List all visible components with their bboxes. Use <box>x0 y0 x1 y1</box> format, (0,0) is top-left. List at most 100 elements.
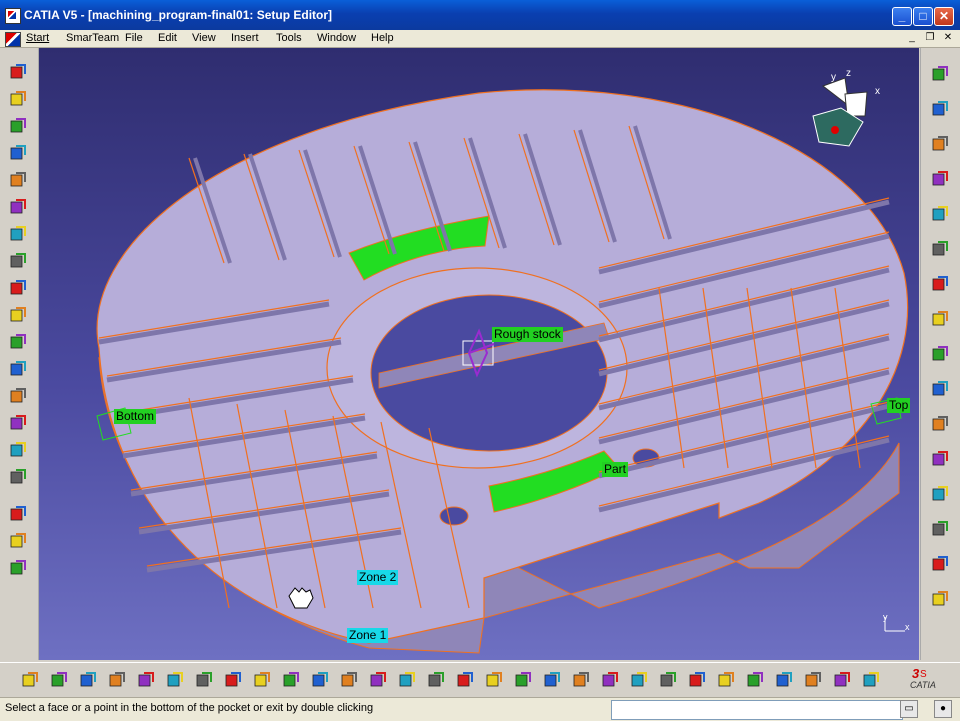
redo-icon[interactable] <box>252 670 272 690</box>
menu-tools[interactable]: Tools <box>276 32 302 44</box>
property-icon[interactable] <box>658 670 678 690</box>
swap-visible-icon[interactable] <box>600 670 620 690</box>
fly-icon[interactable] <box>310 670 330 690</box>
rotate-view-icon[interactable] <box>397 670 417 690</box>
menu-smarteam[interactable]: SmarTeam <box>66 32 119 44</box>
cube-icon[interactable] <box>930 274 950 294</box>
pocketing-icon[interactable] <box>8 170 28 190</box>
facing-icon[interactable] <box>8 197 28 217</box>
open-icon[interactable] <box>49 670 69 690</box>
command-options-button[interactable]: ▭ <box>900 700 918 718</box>
status-bar: Select a face or a point in the bottom o… <box>0 697 960 721</box>
menu-insert[interactable]: Insert <box>231 32 259 44</box>
part-material-icon[interactable] <box>930 239 950 259</box>
menu-start[interactable]: Start <box>26 32 49 44</box>
grid-icon[interactable] <box>930 344 950 364</box>
window-title: CATIA V5 - [machining_program-final01: S… <box>24 8 333 22</box>
measure-icon[interactable] <box>930 449 950 469</box>
print-icon[interactable] <box>107 670 127 690</box>
part-operation-icon[interactable] <box>8 89 28 109</box>
normal-view-icon[interactable] <box>484 670 504 690</box>
scan-icon[interactable] <box>930 484 950 504</box>
rotate-icon[interactable] <box>930 309 950 329</box>
corner-x-axis-label: x <box>905 622 910 632</box>
analysis-icon[interactable] <box>803 670 823 690</box>
command-input[interactable] <box>611 700 903 720</box>
point-to-point-icon[interactable] <box>8 278 28 298</box>
align-icon[interactable] <box>930 414 950 434</box>
zoom-out-icon[interactable] <box>455 670 475 690</box>
stock-icon[interactable] <box>8 467 28 487</box>
iso-view-icon[interactable] <box>513 670 533 690</box>
start-menu-icon[interactable] <box>5 32 21 47</box>
minimize-button[interactable]: _ <box>892 7 912 26</box>
menu-view[interactable]: View <box>192 32 216 44</box>
nc-output-icon[interactable] <box>861 670 881 690</box>
ruler-icon[interactable] <box>629 670 649 690</box>
spot-drilling-icon[interactable] <box>8 332 28 352</box>
compass-z-axis-label: z <box>846 68 851 79</box>
machine-rotation-icon[interactable] <box>8 386 28 406</box>
photo-icon[interactable] <box>930 589 950 609</box>
mdi-restore-button[interactable]: ❐ <box>924 32 936 44</box>
video-icon[interactable] <box>8 558 28 578</box>
maximize-button[interactable]: □ <box>913 7 933 26</box>
menu-window[interactable]: Window <box>317 32 356 44</box>
menu-edit[interactable]: Edit <box>158 32 177 44</box>
close-button[interactable]: ✕ <box>934 7 954 26</box>
zone-2-label[interactable]: Zone 2 <box>357 570 399 585</box>
profile-contouring-icon[interactable] <box>8 224 28 244</box>
table-icon[interactable] <box>832 670 852 690</box>
clock-icon[interactable] <box>687 670 707 690</box>
tool-path-replay-icon[interactable] <box>930 169 950 189</box>
zoom-in-icon[interactable] <box>426 670 446 690</box>
mdi-close-button[interactable]: ✕ <box>942 32 954 44</box>
apply-material-icon[interactable] <box>745 670 765 690</box>
constraint-icon[interactable] <box>930 379 950 399</box>
rough-stock-label[interactable]: Rough stock <box>492 327 563 342</box>
refresh-icon[interactable] <box>774 670 794 690</box>
part-label[interactable]: Part <box>602 462 629 477</box>
drilling-icon[interactable] <box>8 305 28 325</box>
compass-icon[interactable] <box>930 64 950 84</box>
catia-app-icon[interactable] <box>5 8 21 24</box>
tool-change-icon[interactable] <box>8 359 28 379</box>
geometry-icon[interactable] <box>8 504 28 524</box>
shading-icon[interactable] <box>542 670 562 690</box>
corner-y-axis-label: y <box>883 612 888 622</box>
machining-process-icon[interactable] <box>8 143 28 163</box>
menu-help[interactable]: Help <box>371 32 394 44</box>
save-icon[interactable] <box>78 670 98 690</box>
new-icon[interactable] <box>20 670 40 690</box>
top-label[interactable]: Top <box>887 398 911 413</box>
fly-mode-icon[interactable] <box>930 99 950 119</box>
left-toolbar <box>0 48 39 660</box>
paste-icon[interactable] <box>194 670 214 690</box>
mdi-minimize-button[interactable]: _ <box>906 32 918 44</box>
grid-icon[interactable] <box>716 670 736 690</box>
whats-this-icon[interactable] <box>281 670 301 690</box>
generate-nc-icon[interactable] <box>930 204 950 224</box>
feature-icon[interactable] <box>8 531 28 551</box>
hide-show-icon[interactable] <box>571 670 591 690</box>
menu-file[interactable]: File <box>125 32 143 44</box>
cut-icon[interactable] <box>136 670 156 690</box>
ruled-surface-icon[interactable] <box>8 413 28 433</box>
pan-icon[interactable] <box>368 670 388 690</box>
bottom-label[interactable]: Bottom <box>114 409 157 424</box>
doc-icon[interactable] <box>930 519 950 539</box>
menu-bar: Start SmarTeam File Edit View Insert Too… <box>0 30 960 48</box>
part-drawing[interactable] <box>39 48 919 660</box>
curve-following-icon[interactable] <box>8 251 28 271</box>
zone-1-label[interactable]: Zone 1 <box>347 628 389 643</box>
command-stop-button[interactable]: ● <box>934 700 952 718</box>
3d-viewport[interactable]: y z x y x Rough stock Bottom Top Part Zo… <box>39 48 919 660</box>
export-icon[interactable] <box>930 554 950 574</box>
cutter-icon[interactable] <box>8 440 28 460</box>
fit-all-icon[interactable] <box>339 670 359 690</box>
manufacturing-program-icon[interactable] <box>8 116 28 136</box>
copy-icon[interactable] <box>165 670 185 690</box>
select-arrow-icon[interactable] <box>930 134 950 154</box>
machining-setup-icon[interactable] <box>8 62 28 82</box>
undo-icon[interactable] <box>223 670 243 690</box>
